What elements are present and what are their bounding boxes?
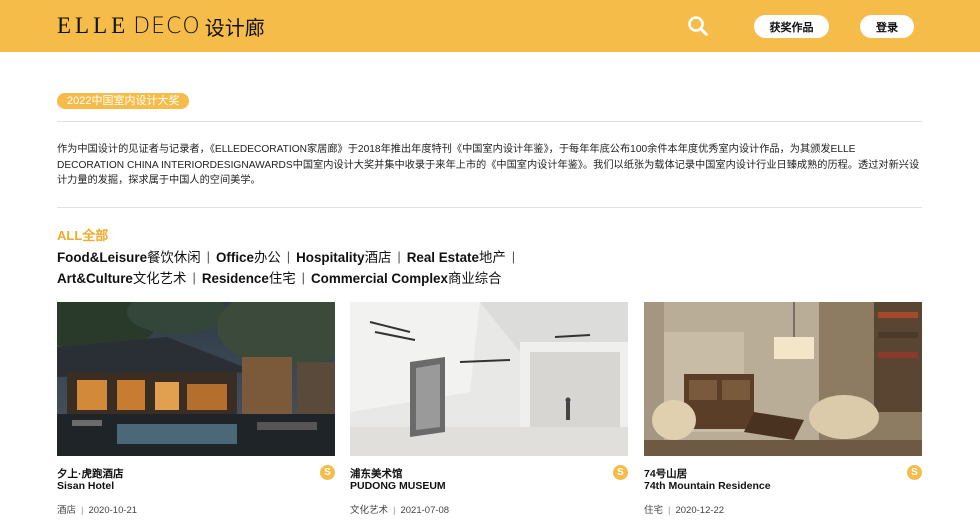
- category-residence[interactable]: Residence住宅: [202, 267, 296, 287]
- divider: [57, 121, 922, 122]
- site-logo[interactable]: ELLE DECO 设计廊: [57, 12, 265, 40]
- category-cn-label: 地产: [478, 250, 506, 265]
- category-separator: |: [192, 269, 196, 285]
- category-separator: |: [511, 248, 516, 264]
- logo-deco-text: DECO: [133, 13, 201, 39]
- project-meta: 酒店 | 2020-10-21: [57, 502, 137, 516]
- project-category: 文化艺术: [350, 505, 389, 516]
- project-image-74th-mountain-residence[interactable]: [644, 302, 922, 456]
- category-cn-label: 商业综合: [447, 271, 502, 286]
- project-meta: 住宅 | 2020-12-22: [644, 502, 724, 516]
- category-separator: |: [397, 248, 401, 264]
- category-art-culture[interactable]: Art&Culture文化艺术: [57, 267, 186, 287]
- project-card[interactable]: 夕上·虎跑酒店 Sisan Hotel 酒店 | 2020-10-21 S: [57, 302, 335, 529]
- category-hospitality[interactable]: Hospitality酒店: [296, 246, 391, 266]
- project-title-cn: 浦东美术馆: [350, 468, 403, 480]
- meta-separator: |: [81, 505, 84, 516]
- category-en-label: Commercial Complex: [311, 271, 448, 286]
- category-commercial-complex[interactable]: Commercial Complex商业综合: [311, 267, 502, 287]
- s-badge-icon: S: [320, 465, 335, 480]
- category-en-label: Office: [215, 250, 254, 265]
- project-title-cn: 74号山居: [644, 468, 688, 480]
- category-cn-label: 酒店: [364, 250, 392, 265]
- logo-elle-text: ELLE: [57, 13, 130, 38]
- project-meta: 文化艺术 | 2021-07-08: [350, 502, 449, 516]
- search-icon[interactable]: [687, 15, 709, 37]
- project-card[interactable]: 浦东美术馆 PUDONG MUSEUM 文化艺术 | 2021-07-08 S: [350, 302, 628, 529]
- meta-separator: |: [393, 505, 396, 516]
- top-header: ELLE DECO 设计廊 获奖作品 登录: [0, 0, 980, 52]
- category-separator: |: [206, 248, 210, 264]
- project-category: 酒店: [57, 505, 77, 516]
- category-row: Food&Leisure餐饮休闲 | Office办公 | Hospitalit…: [57, 246, 521, 266]
- category-row: Art&Culture文化艺术 | Residence住宅 | Commerci…: [57, 267, 502, 287]
- category-cn-label: 文化艺术: [132, 271, 187, 286]
- project-title-en: PUDONG MUSEUM: [350, 480, 446, 492]
- project-date: 2020-10-21: [88, 505, 138, 516]
- s-badge-icon: S: [613, 465, 628, 480]
- category-en-label: Food&Leisure: [57, 250, 148, 265]
- category-office[interactable]: Office办公: [216, 246, 281, 266]
- intro-description: 作为中国设计的见证者与记录者，《ELLEDECORATION家居廊》于2018年…: [57, 144, 920, 186]
- login-button[interactable]: 登录: [860, 15, 914, 38]
- divider: [57, 207, 922, 208]
- category-food-leisure[interactable]: Food&Leisure餐饮休闲: [57, 246, 201, 266]
- awards-button[interactable]: 获奖作品: [754, 15, 829, 38]
- logo-cn-text: 设计廊: [204, 15, 265, 40]
- project-title-en: Sisan Hotel: [57, 480, 115, 492]
- project-card[interactable]: 74号山居 74th Mountain Residence 住宅 | 2020-12…: [644, 302, 922, 529]
- category-en-label: Real Estate: [406, 250, 479, 265]
- category-en-label: Residence: [201, 271, 269, 286]
- project-date: 2020-12-22: [675, 505, 725, 516]
- category-separator: |: [301, 269, 306, 285]
- category-en-label: Art&Culture: [57, 271, 133, 286]
- category-cn-label: 办公: [253, 250, 281, 265]
- s-badge-icon: S: [907, 465, 922, 480]
- project-date: 2021-07-08: [400, 505, 450, 516]
- project-image-sisan-hotel[interactable]: [57, 302, 335, 456]
- category-en-label: Hospitality: [296, 250, 365, 265]
- meta-separator: |: [668, 505, 671, 516]
- project-title-cn: 夕上·虎跑酒店: [57, 468, 124, 480]
- category-cn-label: 住宅: [268, 271, 296, 286]
- project-category: 住宅: [644, 505, 664, 516]
- project-image-pudong-museum[interactable]: [350, 302, 628, 456]
- category-all[interactable]: ALL全部: [57, 225, 108, 244]
- project-title-en: 74th Mountain Residence: [644, 480, 771, 492]
- category-cn-label: 餐饮休闲: [147, 250, 201, 265]
- category-real-estate[interactable]: Real Estate地产: [407, 246, 506, 266]
- award-year-tag: 2022中国室内设计大奖: [57, 93, 190, 109]
- category-separator: |: [286, 248, 291, 264]
